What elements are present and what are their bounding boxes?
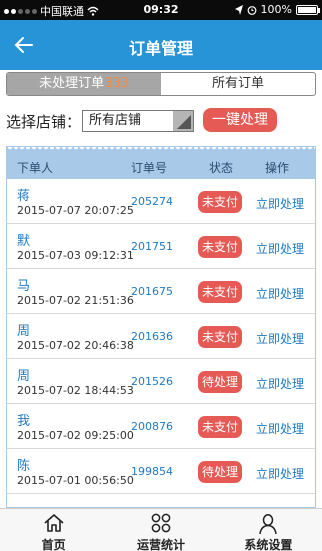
- row-process-link[interactable]: 立即处理: [256, 285, 304, 302]
- row-order-number[interactable]: 205274: [131, 195, 173, 208]
- row-customer-name: 默: [17, 234, 31, 249]
- table-row[interactable]: 周 2015-07-02 20:46:38 201636 未支付 立即处理: [7, 314, 315, 359]
- store-select-value: 所有店铺: [89, 113, 142, 128]
- table-row[interactable]: 马 2015-07-02 21:51:36 201675 未支付 立即处理: [7, 269, 315, 314]
- tab-pending-orders[interactable]: 未处理订单333: [7, 73, 161, 95]
- alarm-icon: [247, 5, 256, 15]
- row-status-badge: 未支付: [198, 236, 242, 258]
- row-order-date: 2015-07-07 20:07:25: [17, 204, 134, 217]
- row-order-number[interactable]: 201636: [131, 330, 173, 343]
- row-order-date: 2015-07-01 00:56:50: [17, 474, 134, 487]
- row-process-link[interactable]: 立即处理: [256, 240, 304, 257]
- table-row[interactable]: 默 2015-07-03 09:12:31 201751 未支付 立即处理: [7, 224, 315, 269]
- process-all-button[interactable]: 一键处理: [203, 108, 277, 132]
- tab-all-label: 所有订单: [211, 76, 264, 91]
- tabbar-label-stats: 运营统计: [136, 538, 185, 551]
- table-row[interactable]: 蒋 2015-07-07 20:07:25 205274 未支付 立即处理: [7, 179, 315, 224]
- row-customer-name: 马: [17, 279, 31, 294]
- row-customer-name: 周: [17, 324, 31, 339]
- table-header: 下单人 订单号 状态 操作: [7, 153, 315, 179]
- bottom-tab-bar: 首页 运营统计 系统设置: [0, 508, 322, 551]
- header-order-no: 订单号: [131, 161, 168, 175]
- store-filter-row: 选择店铺： 所有店铺 一键处理: [6, 108, 316, 132]
- tabbar-item-settings[interactable]: 系统设置: [215, 509, 322, 551]
- screen: 中国联通 09:32 100% 订单管理 未处理订单333 所有订单 选择店铺：…: [0, 0, 322, 551]
- store-label: 选择店铺：: [6, 113, 82, 131]
- row-status-badge: 未支付: [198, 416, 242, 438]
- row-order-number[interactable]: 200876: [131, 420, 173, 433]
- row-customer-name: 陈: [17, 459, 31, 474]
- row-status-badge: 未支付: [198, 281, 242, 303]
- row-order-number[interactable]: 201526: [131, 375, 173, 388]
- row-customer-name: 蒋: [17, 189, 31, 204]
- row-status-badge: 未支付: [198, 326, 242, 348]
- row-order-number[interactable]: 201675: [131, 285, 173, 298]
- row-customer-name: 周: [17, 369, 31, 384]
- tab-all-orders[interactable]: 所有订单: [161, 73, 315, 95]
- page-title: 订单管理: [128, 39, 193, 58]
- dropdown-arrow-icon: [173, 111, 193, 131]
- tabbar-label-home: 首页: [41, 538, 66, 551]
- header-status: 状态: [209, 161, 234, 175]
- status-bar: 中国联通 09:32 100%: [0, 0, 322, 20]
- location-icon: [234, 4, 243, 15]
- orders-table: 下单人 订单号 状态 操作 蒋 2015-07-07 20:07:25 2052…: [6, 146, 316, 508]
- battery-icon: [296, 4, 320, 15]
- tab-pending-label: 未处理订单: [39, 76, 105, 91]
- row-order-number[interactable]: 201751: [131, 240, 173, 253]
- row-order-date: 2015-07-03 09:12:31: [17, 249, 134, 262]
- home-icon: [44, 514, 64, 532]
- row-process-link[interactable]: 立即处理: [256, 195, 304, 212]
- pending-count-badge: 333: [104, 76, 129, 91]
- header-action: 操作: [265, 161, 290, 175]
- store-select[interactable]: 所有店铺: [82, 110, 194, 132]
- tabbar-item-stats[interactable]: 运营统计: [107, 509, 214, 551]
- row-process-link[interactable]: 立即处理: [256, 465, 304, 482]
- table-row[interactable]: 陈 2015-07-01 00:56:50 199854 待处理 立即处理: [7, 449, 315, 494]
- row-order-number[interactable]: 199854: [131, 465, 173, 478]
- row-status-badge: 待处理: [198, 461, 242, 483]
- battery-percent: 100%: [260, 3, 292, 16]
- status-bar-right: 100%: [234, 3, 320, 16]
- order-tabs: 未处理订单333 所有订单: [6, 72, 316, 96]
- header-user: 下单人: [17, 161, 54, 175]
- grid-circles-icon: [151, 513, 171, 533]
- tabbar-item-home[interactable]: 首页: [0, 509, 107, 551]
- row-status-badge: 未支付: [198, 191, 242, 213]
- row-process-link[interactable]: 立即处理: [256, 375, 304, 392]
- person-icon: [259, 514, 278, 535]
- row-process-link[interactable]: 立即处理: [256, 420, 304, 437]
- row-order-date: 2015-07-02 21:51:36: [17, 294, 134, 307]
- row-customer-name: 我: [17, 414, 31, 429]
- row-process-link[interactable]: 立即处理: [256, 330, 304, 347]
- row-order-date: 2015-07-02 09:25:00: [17, 429, 134, 442]
- row-status-badge: 待处理: [198, 371, 242, 393]
- row-order-date: 2015-07-02 20:46:38: [17, 339, 134, 352]
- tabbar-label-settings: 系统设置: [244, 538, 293, 551]
- nav-bar: 订单管理: [0, 20, 322, 70]
- table-row[interactable]: 周 2015-07-02 18:44:53 201526 待处理 立即处理: [7, 359, 315, 404]
- table-row[interactable]: 我 2015-07-02 09:25:00 200876 未支付 立即处理: [7, 404, 315, 449]
- row-order-date: 2015-07-02 18:44:53: [17, 384, 134, 397]
